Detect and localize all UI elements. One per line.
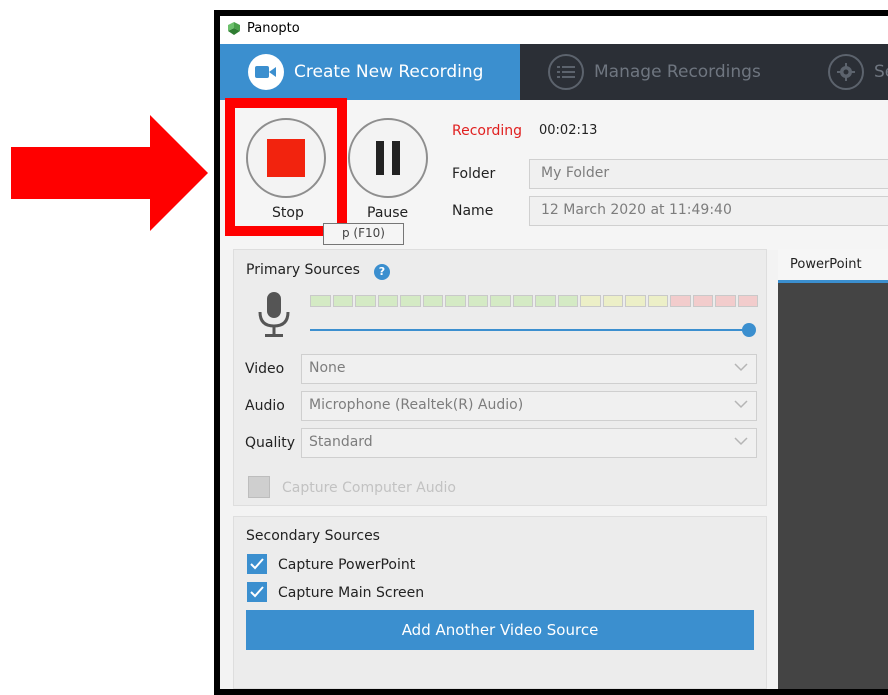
meter-segment — [422, 295, 443, 307]
meter-segment — [535, 295, 556, 307]
pause-button-label: Pause — [367, 205, 409, 221]
meter-segment — [670, 295, 691, 307]
panopto-logo-icon — [228, 22, 240, 35]
annotation-arrow-shaft — [11, 147, 151, 199]
pause-icon-bar-right — [392, 141, 400, 175]
capture-computer-audio-checkbox[interactable] — [248, 476, 270, 498]
pause-button[interactable] — [348, 118, 428, 198]
tab-settings[interactable]: Se — [800, 44, 888, 100]
title-bar: Panopto — [220, 16, 888, 44]
stop-tooltip: p (F10) — [323, 223, 404, 245]
audio-label: Audio — [245, 398, 285, 414]
meter-segment — [445, 295, 466, 307]
capture-main-screen-checkbox[interactable] — [247, 582, 267, 602]
recording-status-label: Recording — [452, 123, 523, 139]
audio-level-meter — [310, 295, 758, 307]
folder-label: Folder — [452, 166, 496, 182]
meter-segment — [737, 295, 758, 307]
name-field[interactable]: 12 March 2020 at 11:49:40 — [529, 196, 888, 226]
chevron-down-icon — [734, 437, 748, 446]
add-video-source-button[interactable]: Add Another Video Source — [246, 610, 754, 650]
annotation-arrow-head — [150, 115, 208, 231]
quality-dropdown[interactable]: Standard — [301, 428, 757, 458]
meter-segment — [467, 295, 488, 307]
video-label: Video — [245, 361, 285, 377]
meter-segment — [647, 295, 668, 307]
tab-powerpoint-preview[interactable]: PowerPoint — [778, 249, 888, 283]
tab-manage-recordings[interactable]: Manage Recordings — [520, 44, 800, 100]
tab-label: Manage Recordings — [594, 62, 761, 82]
help-icon[interactable]: ? — [374, 264, 390, 280]
capture-powerpoint-label: Capture PowerPoint — [278, 557, 416, 573]
meter-segment — [715, 295, 736, 307]
meter-segment — [490, 295, 511, 307]
video-dropdown[interactable]: None — [301, 354, 757, 384]
meter-segment — [692, 295, 713, 307]
secondary-sources-panel: Secondary Sources — [233, 516, 767, 689]
annotation-highlight-box — [225, 98, 347, 236]
meter-segment — [602, 295, 623, 307]
name-label: Name — [452, 203, 494, 219]
meter-segment — [557, 295, 578, 307]
capture-computer-audio-label: Capture Computer Audio — [282, 480, 456, 496]
app-title: Panopto — [247, 21, 300, 36]
capture-main-screen-label: Capture Main Screen — [278, 585, 425, 601]
quality-dropdown-value: Standard — [309, 434, 373, 450]
meter-segment — [355, 295, 376, 307]
chevron-down-icon — [734, 363, 748, 372]
volume-slider-track[interactable] — [310, 329, 750, 331]
video-camera-icon — [248, 54, 284, 90]
meter-segment — [580, 295, 601, 307]
video-dropdown-value: None — [309, 360, 346, 376]
panopto-window: Panopto Create New Recording Manage Reco… — [220, 16, 888, 689]
recording-elapsed-time: 00:02:13 — [539, 123, 598, 138]
audio-dropdown[interactable]: Microphone (Realtek(R) Audio) — [301, 391, 757, 421]
meter-segment — [625, 295, 646, 307]
volume-slider-thumb[interactable] — [742, 323, 756, 337]
meter-segment — [377, 295, 398, 307]
meter-segment — [310, 295, 331, 307]
folder-field[interactable]: My Folder — [529, 159, 888, 189]
tab-label: Create New Recording — [294, 62, 484, 82]
meter-segment — [400, 295, 421, 307]
meter-segment — [512, 295, 533, 307]
audio-dropdown-value: Microphone (Realtek(R) Audio) — [309, 397, 524, 413]
list-icon — [548, 54, 584, 90]
tab-label: Se — [874, 62, 888, 82]
preview-pane: PowerPoint — [778, 249, 888, 689]
chevron-down-icon — [734, 400, 748, 409]
capture-powerpoint-checkbox[interactable] — [247, 554, 267, 574]
quality-label: Quality — [245, 435, 296, 451]
tab-create-new-recording[interactable]: Create New Recording — [220, 44, 520, 100]
main-tab-bar: Create New Recording Manage Recordings S — [220, 44, 888, 100]
secondary-sources-title: Secondary Sources — [246, 528, 380, 544]
pause-icon-bar-left — [376, 141, 384, 175]
primary-sources-title: Primary Sources — [246, 262, 360, 278]
gear-icon — [828, 54, 864, 90]
microphone-icon — [258, 292, 290, 337]
meter-segment — [332, 295, 353, 307]
